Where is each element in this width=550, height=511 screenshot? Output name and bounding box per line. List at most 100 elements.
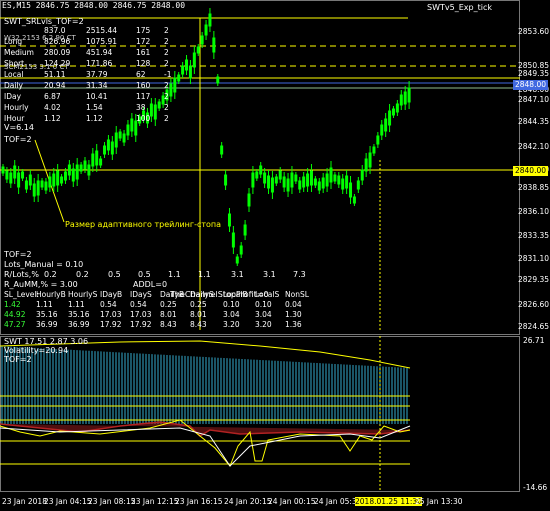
sl-table-cell: HourlyS [68, 290, 98, 299]
bid-price-badge: 2848.00 [512, 80, 548, 90]
candle-body [56, 170, 60, 186]
candle-body [1, 166, 5, 174]
time-axis-label: 24 Jan 00:15 [268, 497, 316, 506]
candle-body [388, 110, 392, 126]
candle-body [356, 180, 360, 190]
sub-tof: TOF=2 [4, 355, 32, 364]
sl-table-cell: 8.01 [190, 310, 207, 319]
candle-body [24, 180, 28, 190]
level-table-cell: Medium [4, 48, 34, 57]
sl-table-cell: 36.99 [36, 320, 58, 329]
candle-body [79, 164, 83, 172]
sl-table-cell: 0.04 [285, 300, 302, 309]
candle-body [134, 120, 138, 136]
sl-table-cell: 3.04 [255, 310, 272, 319]
candle-body [52, 173, 56, 187]
candle-body [278, 170, 282, 180]
sl-table-cell: 35.16 [68, 310, 90, 319]
level-table-cell: 161 [136, 48, 151, 57]
sl-table-header: SL_Level:HourlyB HourlyS IDayB IDayS DailyB D… [4, 290, 309, 299]
candle-body [122, 133, 126, 143]
lots-manual: Lots_Manual = 0.10 [4, 260, 84, 269]
candle-body [395, 103, 399, 113]
level-table-cell: 51.11 [44, 70, 66, 79]
time-axis-label: 24 Jan 20:15 [224, 497, 272, 506]
level-table-row: Short 124.29 171.86 128 2 [4, 59, 180, 68]
time-axis-label: 23 Jan 16:15 [175, 497, 223, 506]
candle-body [267, 175, 271, 189]
candle-body [17, 172, 21, 188]
candle-body [28, 174, 32, 186]
level-table-cell: 6.87 [44, 92, 61, 101]
candle-body [181, 65, 185, 75]
candle-body [40, 180, 44, 188]
price-axis-label: 2833.35 [518, 231, 550, 240]
candle-body [302, 176, 306, 188]
price-axis-label: 2838.85 [518, 183, 550, 192]
addl: ADDL=0 [133, 280, 168, 289]
time-axis-label: 2018.01.25 11:30 [355, 497, 422, 506]
candle-body [290, 172, 294, 188]
candle-body [368, 152, 372, 168]
indicator-subwindow[interactable] [0, 336, 550, 494]
candle-body [282, 176, 286, 188]
candle-body [44, 181, 48, 191]
sl-table-cell: DailyB [160, 290, 185, 299]
sub-bottom-value: -14.66 [523, 483, 548, 492]
level-table-cell: 2 [164, 114, 169, 123]
sl-table-cell: IDayS [130, 290, 152, 299]
sl-table-cell: 0.10 [223, 300, 240, 309]
candle-body [188, 65, 192, 79]
level-table-row: 837.0 2515.44 175 2 [4, 26, 180, 35]
price-axis-label: 2829.35 [518, 275, 550, 284]
volatility-histogram [1, 346, 408, 424]
sl-table-cell: 3.20 [223, 320, 240, 329]
level-table-cell: 826.96 [44, 37, 71, 46]
level-table-cell: IHour [4, 114, 25, 123]
level-table-cell: 62 [136, 70, 146, 79]
level-table-row: Long 826.96 1075.91 172 2 [4, 37, 180, 46]
sl-table-cell: 3.04 [223, 310, 240, 319]
level-table-cell: Long [4, 37, 23, 46]
level-table-cell: 2 [164, 37, 169, 46]
sl-table-cell: 1.11 [68, 300, 85, 309]
sub-top-value: 26.71 [523, 336, 545, 345]
candle-body [126, 124, 130, 136]
candle-body [196, 46, 200, 54]
sl-table-cell: 8.43 [190, 320, 207, 329]
candle-body [259, 165, 263, 175]
level-table-row: Hourly 4.02 1.54 38 2 [4, 103, 180, 112]
candle-body [341, 178, 345, 190]
sl-table-cell: 8.01 [160, 310, 177, 319]
candle-body [274, 176, 278, 184]
sl-table-cell: 1.11 [36, 300, 53, 309]
candle-body [376, 135, 380, 145]
candle-body [83, 160, 87, 170]
candle-body [364, 158, 368, 172]
candle-body [110, 141, 114, 155]
candle-body [21, 171, 25, 179]
candle-body [317, 181, 321, 191]
candle-body [329, 167, 333, 183]
candle-body [349, 182, 353, 198]
sl-table-cell: 1.30 [285, 310, 302, 319]
candle-body [333, 174, 337, 182]
level-table-cell: 172 [136, 37, 151, 46]
candle-body [391, 108, 395, 116]
candle-body [5, 170, 9, 180]
candle-body [407, 87, 411, 103]
level-table-cell: IDay [4, 92, 22, 101]
sl-table-cell: 0.25 [190, 300, 207, 309]
candle-body [91, 153, 95, 167]
candle-body [399, 94, 403, 106]
candle-body [36, 180, 40, 196]
candle-body [220, 145, 224, 155]
sl-table-cell: 17.92 [130, 320, 152, 329]
candle-body [9, 172, 13, 184]
sl-table-cell: DailyS [190, 290, 214, 299]
level-table-cell: 10.41 [86, 92, 108, 101]
sl-table-cell: 35.16 [36, 310, 58, 319]
candle-body [208, 13, 212, 27]
level-table-row: Local 51.11 37.79 62 -1 [4, 70, 180, 79]
sl-table-cell: 36.99 [68, 320, 90, 329]
